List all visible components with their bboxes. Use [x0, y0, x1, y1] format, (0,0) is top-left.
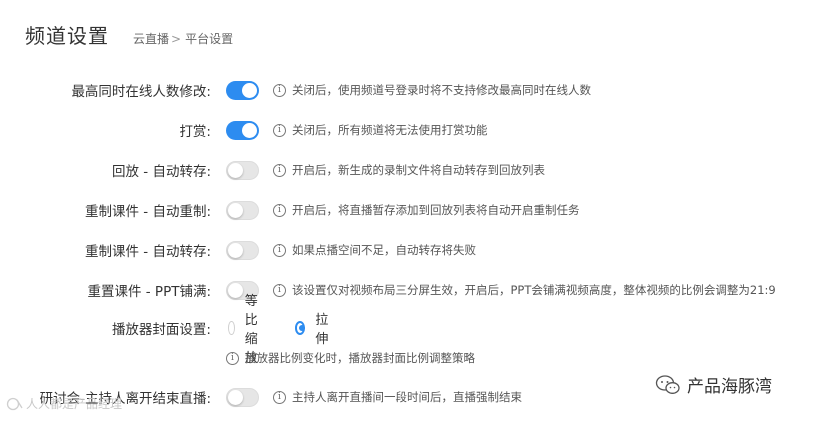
- watermark-right-text: 产品海豚湾: [687, 377, 772, 397]
- setting-label: 重制课件 - 自动重制:: [84, 204, 211, 220]
- remake-auto-toggle[interactable]: [226, 200, 259, 220]
- info-icon: i: [273, 83, 286, 97]
- setting-hint: 开启后，将直播暂存添加到回放列表将自动开启重制任务: [292, 203, 580, 217]
- setting-hint: 关闭后，使用频道号登录时将不支持修改最高同时在线人数: [292, 83, 591, 97]
- radio-label: 拉伸: [315, 313, 329, 347]
- setting-hint: 开启后，新生成的录制文件将自动转存到回放列表: [292, 163, 545, 177]
- radio-button[interactable]: [228, 321, 235, 335]
- setting-row-remake-auto: 重制课件 - 自动重制: i 开启后，将直播暂存添加到回放列表将自动开启重制任务: [0, 199, 580, 221]
- radio-button[interactable]: [295, 321, 306, 335]
- remake-autosave-toggle[interactable]: [226, 240, 259, 260]
- max-online-toggle[interactable]: [226, 80, 259, 100]
- setting-hint: 播放器比例变化时，播放器封面比例调整策略: [245, 351, 475, 365]
- reward-toggle[interactable]: [226, 120, 259, 140]
- info-icon: i: [273, 123, 286, 137]
- setting-label: 重制课件 - 自动转存:: [84, 244, 211, 260]
- setting-row-reward: 打赏: i 关闭后，所有频道将无法使用打赏功能: [0, 119, 488, 141]
- setting-hint: 关闭后，所有频道将无法使用打赏功能: [292, 123, 488, 137]
- setting-label: 播放器封面设置:: [111, 322, 211, 338]
- info-icon: i: [273, 163, 286, 177]
- setting-label: 最高同时在线人数修改:: [71, 84, 211, 100]
- breadcrumb-parent[interactable]: 云直播: [133, 30, 169, 47]
- setting-row-remake-autosave: 重制课件 - 自动转存: i 如果点播空间不足，自动转存将失败: [0, 239, 476, 261]
- setting-row-playback-autosave: 回放 - 自动转存: i 开启后，新生成的录制文件将自动转存到回放列表: [0, 159, 545, 181]
- info-icon: i: [226, 351, 239, 365]
- page-header: 频道设置 云直播 > 平台设置: [25, 20, 233, 49]
- setting-label: 回放 - 自动转存:: [111, 164, 211, 180]
- radio-option-stretch[interactable]: 拉伸: [295, 309, 332, 347]
- wechat-icon: [655, 374, 680, 394]
- breadcrumb-separator: >: [171, 31, 182, 46]
- watermark-left: 人人都是产品经理: [6, 395, 122, 412]
- page-title: 频道设置: [25, 24, 109, 48]
- setting-label: 重置课件 - PPT铺满:: [87, 284, 211, 300]
- info-icon: i: [273, 243, 286, 257]
- info-icon: i: [273, 390, 286, 404]
- breadcrumb-current: 平台设置: [185, 32, 234, 46]
- setting-row-ppt-fill: 重置课件 - PPT铺满: i 该设置仅对视频布局三分屏生效，开启后，PPT会铺满…: [0, 279, 776, 301]
- setting-row-max-online: 最高同时在线人数修改: i 关闭后，使用频道号登录时将不支持修改最高同时在线人数: [0, 79, 591, 101]
- watermark-logo-icon: [6, 397, 23, 410]
- playback-autosave-toggle[interactable]: [226, 160, 259, 180]
- info-icon: i: [273, 203, 286, 217]
- setting-hint: 该设置仅对视频布局三分屏生效，开启后，PPT会铺满视频高度，整体视频的比例会调整…: [292, 283, 776, 297]
- setting-hint: 主持人离开直播间一段时间后，直播强制结束: [292, 390, 522, 404]
- setting-hint: 如果点播空间不足，自动转存将失败: [292, 243, 476, 257]
- setting-row-player-cover: 播放器封面设置: 等比缩放 拉伸: [0, 294, 328, 366]
- setting-label: 打赏:: [179, 124, 211, 140]
- watermark-right: 产品海豚湾: [655, 372, 772, 397]
- watermark-left-text: 人人都是产品经理: [26, 397, 123, 411]
- breadcrumb: 云直播 > 平台设置: [133, 30, 233, 47]
- seminar-toggle[interactable]: [226, 387, 259, 407]
